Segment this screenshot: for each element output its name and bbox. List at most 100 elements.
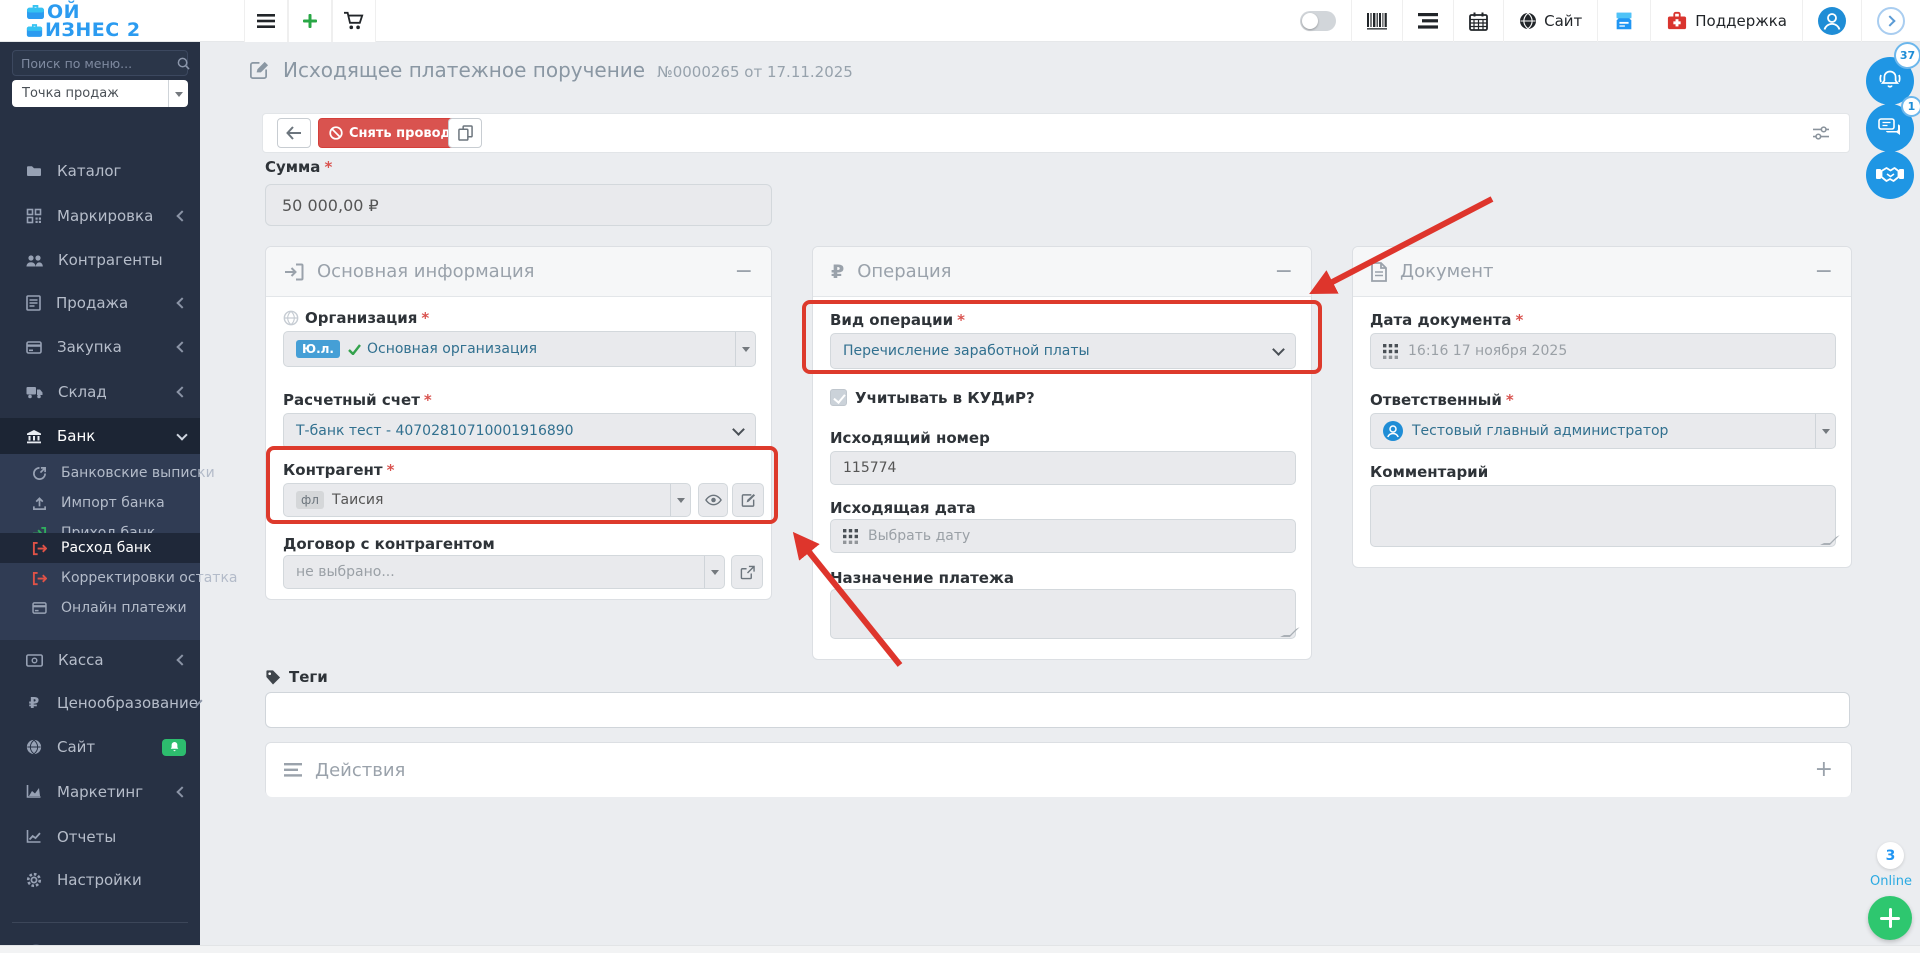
tag-icon <box>265 669 281 685</box>
arrow-out-icon <box>32 541 47 556</box>
sidebar-item-nastrojki[interactable]: Настройки <box>0 865 200 895</box>
collapse-button[interactable]: − <box>1275 260 1293 283</box>
responsible-select[interactable]: Тестовый главный администратор <box>1370 413 1836 449</box>
menu-toggle-button[interactable] <box>244 0 288 42</box>
topbar-right-group: Сайт Поддержка <box>1285 0 1920 42</box>
sliders-icon <box>1812 125 1830 141</box>
panel-title: Действия <box>315 759 406 781</box>
pos-select[interactable]: Точка продаж <box>12 80 188 107</box>
chevron-down-icon <box>704 556 724 588</box>
sidebar-item-kontragenty[interactable]: Контрагенты <box>0 245 200 275</box>
sidebar-item-cenoobrazovanie[interactable]: ₽ Ценообразование <box>0 688 203 718</box>
ruble-icon: ₽ <box>831 260 845 283</box>
theme-toggle[interactable] <box>1285 0 1351 42</box>
tags-label: Теги <box>265 668 328 686</box>
purpose-textarea[interactable] <box>830 589 1296 639</box>
cart-button[interactable] <box>332 0 376 42</box>
operation-type-label: Вид операции * <box>830 311 965 329</box>
sidebar-item-bank-import[interactable]: Импорт банка <box>0 488 200 518</box>
chevron-right-icon <box>1877 7 1905 35</box>
arrow-out-icon <box>32 571 47 586</box>
support-link[interactable]: Поддержка <box>1650 0 1802 42</box>
tags-input[interactable] <box>265 692 1850 728</box>
operation-type-select[interactable]: Перечисление заработной платы <box>830 333 1296 369</box>
collapse-button[interactable]: − <box>1815 260 1833 283</box>
panel-title: Основная информация <box>317 261 535 282</box>
sidebar-item-markirovka[interactable]: Маркировка <box>0 201 200 231</box>
sidebar-item-bank-online[interactable]: Онлайн платежи <box>0 593 200 623</box>
account-select[interactable]: Т-банк тест - 40702810710001916890 <box>283 413 756 449</box>
bank-icon <box>26 428 42 444</box>
pos-select-value: Точка продаж <box>22 86 119 101</box>
out-number-input[interactable]: 115774 <box>830 451 1296 485</box>
sidebar-item-katalog[interactable]: Каталог <box>0 156 200 186</box>
sidebar-item-sajt[interactable]: Сайт <box>0 732 200 762</box>
online-count-badge[interactable]: 3 <box>1877 842 1904 869</box>
comment-textarea[interactable] <box>1370 485 1836 547</box>
document-panel: Документ − Дата документа * 16:16 17 нояб… <box>1352 246 1852 568</box>
sidebar-item-prodazha[interactable]: Продажа <box>0 288 200 318</box>
profile-button[interactable] <box>1802 0 1861 42</box>
user-avatar-icon <box>1818 7 1846 35</box>
eye-icon <box>704 494 722 506</box>
barcode-button[interactable] <box>1351 0 1402 42</box>
floating-add-button[interactable] <box>1868 896 1912 940</box>
ticket-icon <box>1613 10 1635 32</box>
app-logo[interactable]: ОЙ ИЗНЕС 2 <box>26 3 141 40</box>
sidebar-item-kassa[interactable]: Касса <box>0 645 200 675</box>
partners-button[interactable] <box>1866 151 1914 199</box>
contractor-view-button[interactable] <box>698 483 728 517</box>
copy-button[interactable] <box>448 118 482 148</box>
briefcase-icon <box>26 23 43 38</box>
site-link[interactable]: Сайт <box>1503 0 1597 42</box>
collapse-topbar-button[interactable] <box>1861 0 1920 42</box>
menu-search-input[interactable] <box>21 55 177 71</box>
doc-date-input[interactable]: 16:16 17 ноября 2025 <box>1370 333 1836 369</box>
sidebar-item-marketing[interactable]: Маркетинг <box>0 777 200 807</box>
contractor-select[interactable]: фл Таисия <box>283 483 691 517</box>
contract-select[interactable]: не выбрано... <box>283 555 725 589</box>
gear-icon <box>26 872 42 888</box>
plus-icon <box>302 13 318 29</box>
chevron-down-icon <box>168 80 188 107</box>
toolbar-settings-button[interactable] <box>1805 118 1837 148</box>
org-select[interactable]: Ю.л. Основная организация <box>283 331 756 367</box>
kudir-checkbox[interactable] <box>830 389 847 406</box>
horizontal-scrollbar[interactable] <box>0 945 1920 953</box>
pencil-square-icon <box>741 493 756 508</box>
document-number: №0000265 от 17.11.2025 <box>657 62 853 81</box>
sidebar-item-bank-vypiski[interactable]: Банковские выписки <box>0 458 215 488</box>
sidebar-search[interactable] <box>12 50 190 76</box>
calendar-button[interactable] <box>1453 0 1503 42</box>
expand-button[interactable]: + <box>1815 759 1833 781</box>
account-select-value: Т-банк тест - 40702810710001916890 <box>296 423 574 439</box>
contractor-type-badge: фл <box>296 491 324 509</box>
chevron-down-icon <box>732 423 745 436</box>
sidebar-item-bank[interactable]: Банк <box>0 418 200 454</box>
page-title: Исходящее платежное поручение <box>283 58 646 82</box>
main-content: Исходящее платежное поручение №0000265 о… <box>200 42 1920 953</box>
document-header: Документ − <box>1353 247 1851 297</box>
contract-open-button[interactable] <box>731 555 763 589</box>
contractor-edit-button[interactable] <box>732 483 764 517</box>
back-button[interactable] <box>277 118 311 148</box>
amount-input[interactable]: 50 000,00 ₽ <box>265 184 772 226</box>
contractor-label: Контрагент * <box>283 461 395 479</box>
user-avatar-icon <box>1383 421 1403 441</box>
sidebar-item-zakupka[interactable]: Закупка <box>0 332 200 362</box>
kassa-button[interactable] <box>1597 0 1650 42</box>
quick-add-button[interactable] <box>288 0 332 42</box>
sidebar-item-bank-rashod[interactable]: Расход банк <box>0 533 200 563</box>
doc-date-value: 16:16 17 ноября 2025 <box>1408 343 1568 359</box>
main-info-header: Основная информация − <box>266 247 771 297</box>
barcode-icon <box>1367 12 1388 30</box>
toggle-switch[interactable] <box>1300 11 1337 31</box>
sidebar-item-otchety[interactable]: Отчеты <box>0 822 200 852</box>
actions-header[interactable]: Действия + <box>266 743 1851 797</box>
out-date-input[interactable]: Выбрать дату <box>830 519 1296 553</box>
collapse-button[interactable]: − <box>735 260 753 283</box>
sidebar-item-sklad[interactable]: Склад <box>0 377 200 407</box>
account-label: Расчетный счет * <box>283 391 432 409</box>
sidebar-item-bank-korrektirovki[interactable]: Корректировки остатка <box>0 563 238 593</box>
tasks-button[interactable] <box>1402 0 1453 42</box>
